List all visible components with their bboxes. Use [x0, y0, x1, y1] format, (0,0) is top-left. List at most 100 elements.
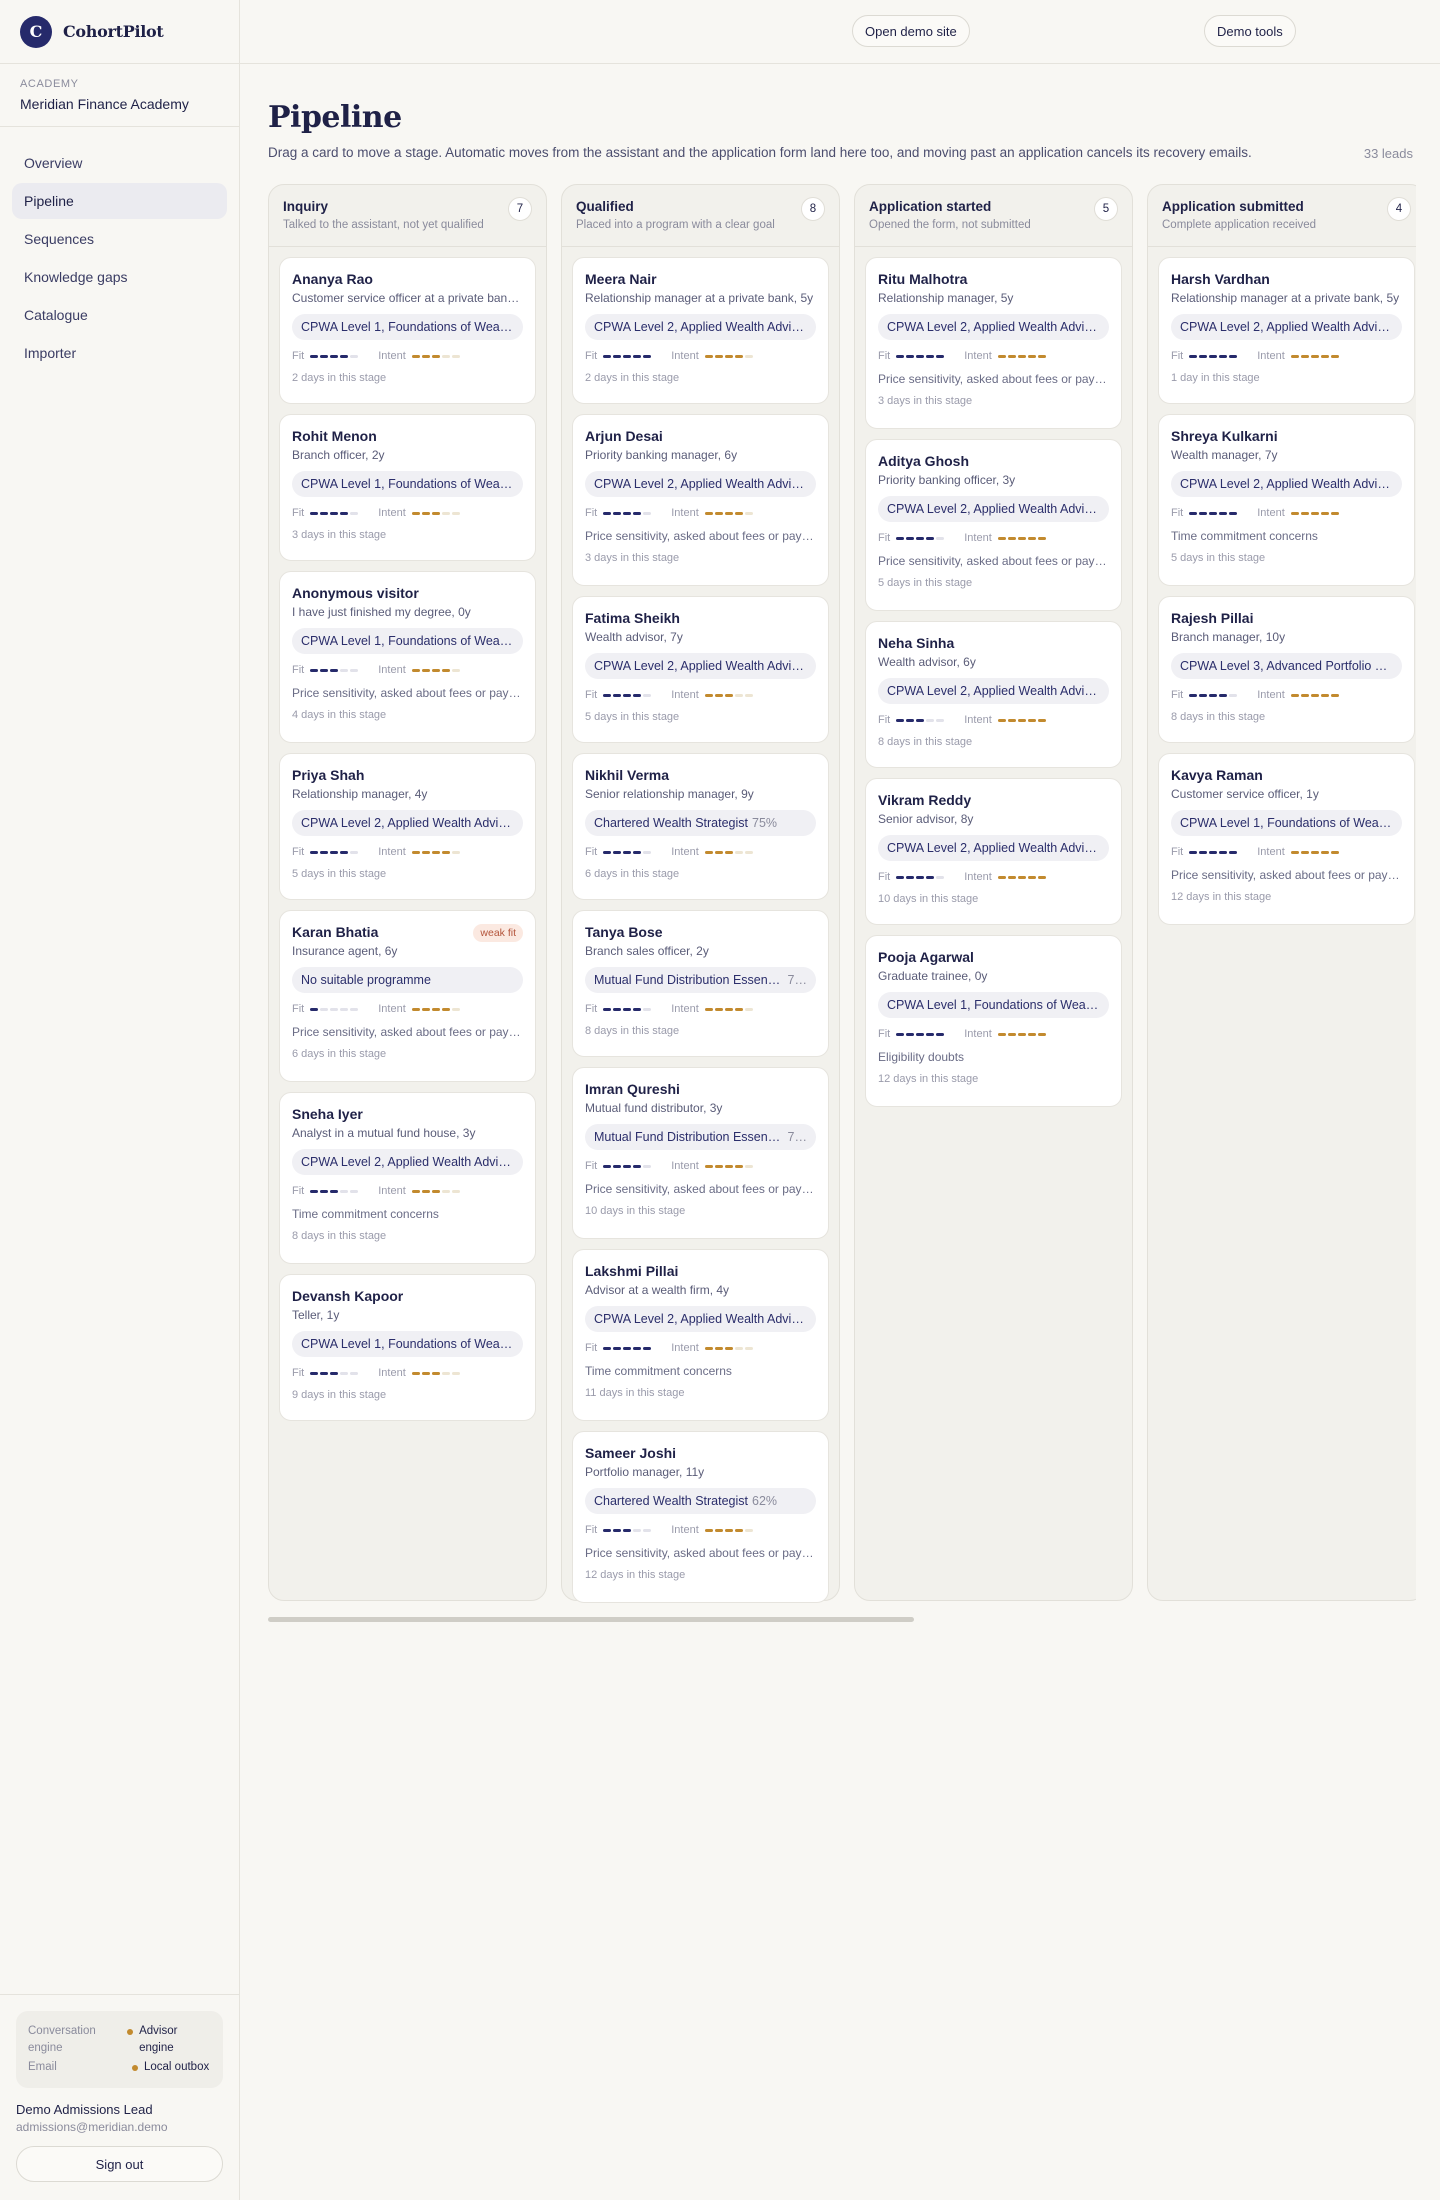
program-pill: CPWA Level 2, Applied Wealth Advisory — [1171, 314, 1402, 340]
fit-segment — [320, 850, 329, 854]
lead-card[interactable]: Devansh Kapoor Teller, 1y CPWA Level 1, Fo… — [279, 1274, 536, 1421]
column-inquiry[interactable]: Inquiry Talked to the assistant, not yet … — [268, 184, 547, 1601]
score-row: Fit Intent — [585, 349, 816, 363]
lead-card[interactable]: Imran Qureshi Mutual fund distributor, 3y… — [572, 1067, 829, 1239]
nav-item-pipeline[interactable]: Pipeline — [12, 183, 227, 219]
lead-card[interactable]: Karan Bhatia weak fit Insurance agent, 6y N… — [279, 910, 536, 1082]
lead-concern: Time commitment concerns — [292, 1207, 439, 1221]
lead-card[interactable]: Ananya Rao Customer service officer at a … — [279, 257, 536, 404]
fit-segment — [603, 511, 612, 515]
lead-role: I have just finished my degree, 0y — [292, 605, 471, 619]
nav-item-sequences[interactable]: Sequences — [12, 221, 227, 257]
intent-segment — [744, 1007, 753, 1011]
engine-value: Advisor engine — [127, 2023, 211, 2057]
lead-card[interactable]: Harsh Vardhan Relationship manager at a p… — [1158, 257, 1415, 404]
program-match-percent: 7… — [787, 1130, 807, 1144]
open-demo-site-button[interactable]: Open demo site — [852, 15, 970, 47]
fit-segment — [633, 850, 642, 854]
intent-segment — [1330, 354, 1339, 358]
lead-card[interactable]: Neha Sinha Wealth advisor, 6y CPWA Level 2… — [865, 621, 1122, 768]
intent-segment — [714, 1528, 723, 1532]
lead-name: Ritu Malhotra — [878, 271, 968, 287]
fit-segment — [340, 1007, 349, 1011]
nav-item-importer[interactable]: Importer — [12, 335, 227, 371]
fit-segment — [1189, 850, 1198, 854]
fit-segment — [936, 718, 945, 722]
lead-card[interactable]: Tanya Bose Branch sales officer, 2y Mutual… — [572, 910, 829, 1057]
fit-label: Fit — [585, 1524, 598, 1536]
status-dot-icon — [127, 2029, 134, 2035]
intent-meter — [704, 1164, 755, 1168]
fit-segment — [936, 875, 945, 879]
academy-selector: ACADEMY Meridian Finance Academy — [0, 64, 239, 127]
lead-name: Meera Nair — [585, 271, 657, 287]
fit-meter — [896, 1032, 946, 1036]
fit-segment — [916, 1032, 925, 1036]
program-name: CPWA Level 2, Applied Wealth Advisory — [887, 320, 1100, 334]
demo-tools-button[interactable]: Demo tools — [1204, 15, 1296, 47]
days-in-stage: 12 days in this stage — [878, 1073, 979, 1085]
fit-segment — [633, 1164, 642, 1168]
fit-segment — [350, 1371, 359, 1375]
lead-card[interactable]: Sneha Iyer Analyst in a mutual fund house… — [279, 1092, 536, 1264]
lead-card[interactable]: Meera Nair Relationship manager at a priv… — [572, 257, 829, 404]
intent-segment — [1310, 511, 1319, 515]
lead-name: Ananya Rao — [292, 271, 373, 287]
lead-concern: Price sensitivity, asked about fees or p… — [292, 686, 523, 700]
intent-label: Intent — [964, 532, 992, 544]
nav-item-overview[interactable]: Overview — [12, 145, 227, 181]
intent-segment — [1017, 536, 1026, 540]
intent-segment — [1027, 1032, 1036, 1036]
program-name: Chartered Wealth Strategist — [594, 1494, 749, 1508]
lead-card[interactable]: Fatima Sheikh Wealth advisor, 7y CPWA Leve… — [572, 596, 829, 743]
lead-concern: Price sensitivity, asked about fees or p… — [1171, 868, 1402, 882]
column-qualified[interactable]: Qualified Placed into a program with a cl… — [561, 184, 840, 1603]
column-title: Qualified — [576, 199, 634, 214]
lead-card[interactable]: Priya Shah Relationship manager, 4y CPWA L… — [279, 753, 536, 900]
lead-role: Relationship manager, 5y — [878, 291, 1014, 305]
column-application-submitted[interactable]: Application submitted Complete applicatio… — [1147, 184, 1416, 1601]
lead-card[interactable]: Shreya Kulkarni Wealth manager, 7y CPWA Le… — [1158, 414, 1415, 586]
column-application-started[interactable]: Application started Opened the form, not … — [854, 184, 1133, 1601]
lead-card[interactable]: Nikhil Verma Senior relationship manager,… — [572, 753, 829, 900]
intent-label: Intent — [671, 1160, 699, 1172]
lead-card[interactable]: Rohit Menon Branch officer, 2y CPWA Level … — [279, 414, 536, 561]
fit-segment — [1189, 693, 1198, 697]
lead-card[interactable]: Pooja Agarwal Graduate trainee, 0y CPWA Le… — [865, 935, 1122, 1107]
days-in-stage: 8 days in this stage — [585, 1025, 680, 1037]
weak-fit-badge: weak fit — [473, 924, 523, 942]
lead-card[interactable]: Aditya Ghosh Priority banking officer, 3y… — [865, 439, 1122, 611]
intent-segment — [1300, 693, 1309, 697]
fit-segment — [613, 1528, 622, 1532]
days-in-stage: 12 days in this stage — [1171, 891, 1272, 903]
fit-meter — [1189, 693, 1239, 697]
fit-segment — [916, 536, 925, 540]
nav-item-catalogue[interactable]: Catalogue — [12, 297, 227, 333]
score-row: Fit Intent — [585, 1002, 816, 1016]
intent-segment — [997, 875, 1006, 879]
intent-meter — [997, 1032, 1048, 1036]
brand[interactable]: C CohortPilot — [0, 0, 239, 64]
lead-card[interactable]: Kavya Raman Customer service officer, 1y C… — [1158, 753, 1415, 925]
lead-card[interactable]: Sameer Joshi Portfolio manager, 11y Charte… — [572, 1431, 829, 1603]
fit-segment — [936, 354, 945, 358]
intent-label: Intent — [1257, 846, 1285, 858]
lead-card[interactable]: Ritu Malhotra Relationship manager, 5y CPW… — [865, 257, 1122, 429]
fit-segment — [320, 354, 329, 358]
intent-segment — [1007, 875, 1016, 879]
intent-segment — [704, 1528, 713, 1532]
lead-card[interactable]: Arjun Desai Priority banking manager, 6y C… — [572, 414, 829, 586]
sign-out-button[interactable]: Sign out — [16, 2146, 223, 2182]
lead-concern: Time commitment concerns — [1171, 529, 1318, 543]
fit-segment — [310, 1007, 319, 1011]
lead-card[interactable]: Vikram Reddy Senior advisor, 8y CPWA Level… — [865, 778, 1122, 925]
fit-meter — [603, 511, 653, 515]
board-horizontal-scrollbar[interactable] — [268, 1617, 914, 1622]
lead-card[interactable]: Rajesh Pillai Branch manager, 10y CPWA Lev… — [1158, 596, 1415, 743]
lead-card[interactable]: Lakshmi Pillai Advisor at a wealth firm, … — [572, 1249, 829, 1421]
user-email: admissions@meridian.demo — [16, 2120, 168, 2134]
nav-item-knowledge-gaps[interactable]: Knowledge gaps — [12, 259, 227, 295]
lead-card[interactable]: Anonymous visitor I have just finished my… — [279, 571, 536, 743]
program-name: CPWA Level 2, Applied Wealth Advisory — [301, 816, 514, 830]
engine-value-text: Advisor engine — [139, 2025, 178, 2054]
